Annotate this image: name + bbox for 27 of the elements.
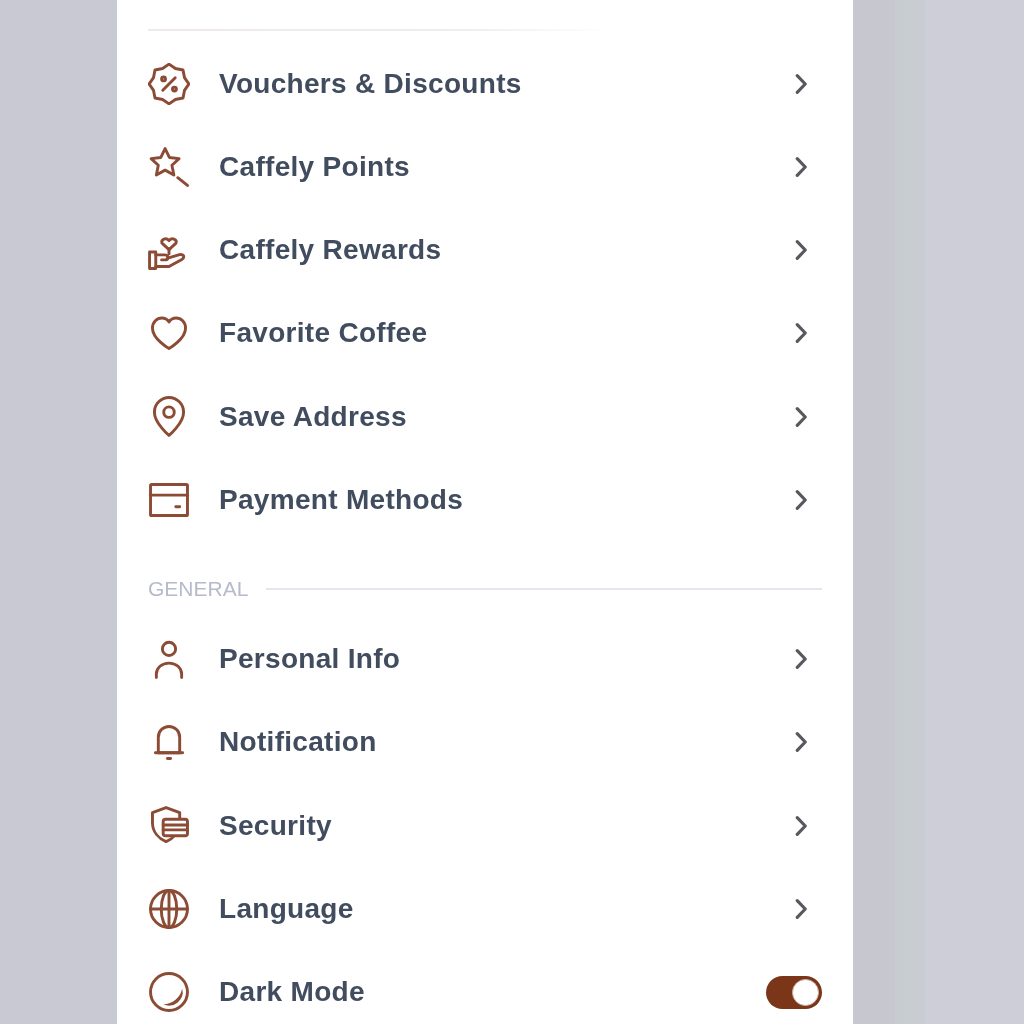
menu-item-label[interactable]: Payment Methods <box>219 478 795 521</box>
menu-item-label[interactable]: Language <box>219 887 795 930</box>
crescent-moon-icon <box>148 971 190 1014</box>
menu-item-label[interactable]: Personal Info <box>219 638 795 681</box>
section-title: GENERAL <box>148 575 249 602</box>
menu-item-label[interactable]: Favorite Coffee <box>219 312 795 355</box>
menu-item-label[interactable]: Caffely Rewards <box>219 229 795 272</box>
chevron-right-icon[interactable] <box>795 815 808 836</box>
chevron-right-icon[interactable] <box>795 649 808 670</box>
discount-badge-icon <box>148 62 190 105</box>
menu-item-label[interactable]: Save Address <box>219 395 795 438</box>
star-wand-icon <box>148 145 190 188</box>
setting-label: Dark Mode <box>219 975 366 1010</box>
chevron-right-icon[interactable] <box>795 406 808 427</box>
chevron-right-icon[interactable] <box>795 489 808 510</box>
menu-item-label[interactable]: Vouchers & Discounts <box>219 62 795 105</box>
globe-icon <box>148 887 190 930</box>
menu-item-label[interactable]: Caffely Points <box>219 145 795 188</box>
menu-item-label[interactable]: Security <box>219 804 795 847</box>
chevron-right-icon[interactable] <box>795 156 808 177</box>
chevron-right-icon[interactable] <box>795 73 808 94</box>
menu-item-label[interactable]: Notification <box>219 721 795 764</box>
chevron-right-icon[interactable] <box>795 732 808 753</box>
chevron-right-icon[interactable] <box>795 898 808 919</box>
chevron-right-icon[interactable] <box>795 240 808 261</box>
chevron-right-icon[interactable] <box>795 323 808 344</box>
toggle-switch[interactable] <box>766 975 822 1009</box>
